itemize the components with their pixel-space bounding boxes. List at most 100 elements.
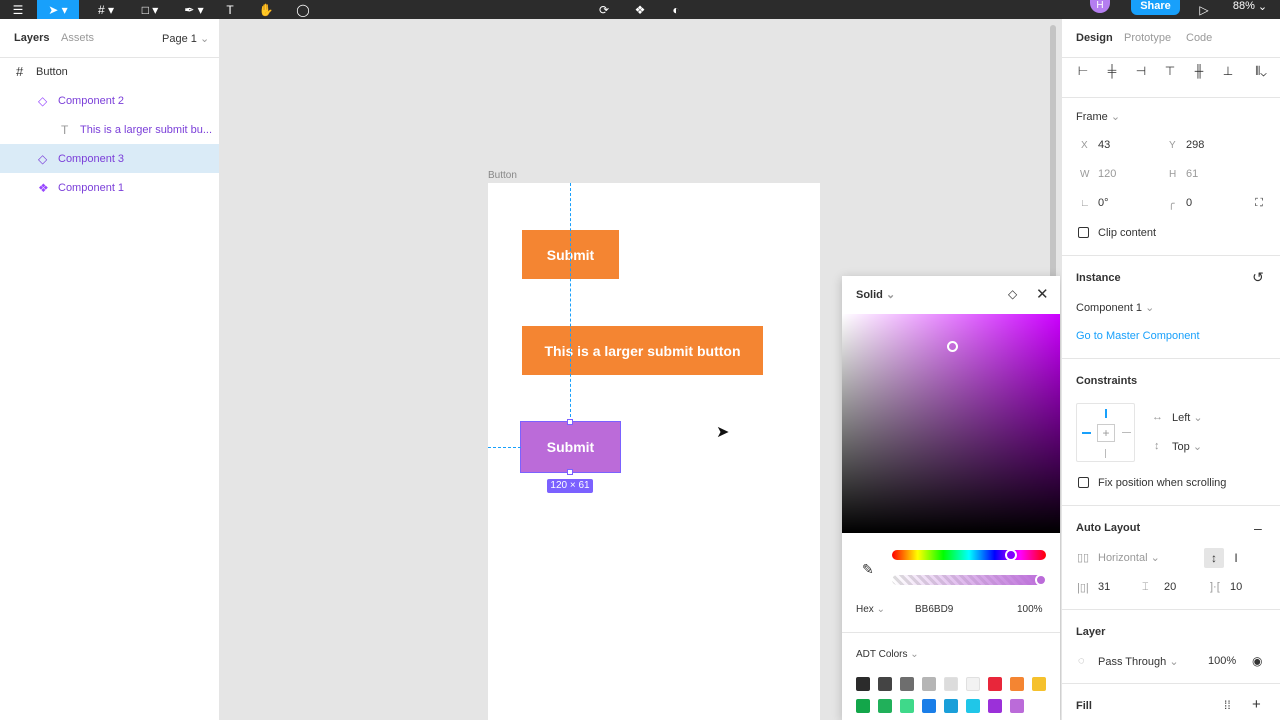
page-selector[interactable]: Page 1 ⌄ <box>162 32 209 45</box>
layer-row-button[interactable]: # Button <box>0 57 219 86</box>
horizontal-constraint-dropdown[interactable]: Left ⌄ <box>1172 411 1203 424</box>
tab-prototype[interactable]: Prototype <box>1124 32 1171 44</box>
layer-row-text[interactable]: T This is a larger submit bu... <box>0 115 219 144</box>
style-grid-icon[interactable]: ⁞⁞ <box>1224 698 1231 712</box>
align-horizontal-center-icon[interactable]: ╪ <box>1105 64 1119 78</box>
clip-content-checkbox[interactable] <box>1078 227 1089 238</box>
color-swatch[interactable] <box>922 699 936 713</box>
constraint-bottom-indicator[interactable] <box>1105 449 1106 458</box>
hue-slider[interactable] <box>892 549 1046 561</box>
pen-tool-icon[interactable]: ✒ ▾ <box>178 0 210 19</box>
align-left-icon[interactable]: ⊢ <box>1076 64 1090 78</box>
constraint-left-indicator[interactable] <box>1082 432 1091 434</box>
opacity-handle[interactable] <box>1035 574 1047 586</box>
hue-handle[interactable] <box>1005 549 1017 561</box>
color-swatch[interactable] <box>1032 677 1046 691</box>
remove-auto-layout-icon[interactable]: – <box>1254 520 1262 536</box>
add-fill-icon[interactable]: + <box>1252 696 1261 713</box>
x-input[interactable]: 43 <box>1098 139 1110 151</box>
layer-row-component-1[interactable]: ❖ Component 1 <box>0 173 219 202</box>
color-opacity-input[interactable]: 100% <box>1017 604 1043 615</box>
color-swatch[interactable] <box>966 677 980 691</box>
text-cursor-icon[interactable]: I <box>1230 548 1242 568</box>
spacing-input[interactable]: 31 <box>1098 581 1110 593</box>
tab-design[interactable]: Design <box>1076 32 1113 44</box>
frame-label[interactable]: Button <box>488 170 517 181</box>
library-dropdown[interactable]: ADT Colors ⌄ <box>856 649 919 660</box>
color-swatch[interactable] <box>878 699 892 713</box>
hex-input[interactable]: BB6BD9 <box>915 604 953 615</box>
layer-opacity-input[interactable]: 100% <box>1208 655 1236 667</box>
color-swatch[interactable] <box>900 699 914 713</box>
layer-row-component-2[interactable]: ◇ Component 2 <box>0 86 219 115</box>
fill-type-dropdown[interactable]: Solid ⌄ <box>856 288 895 301</box>
vertical-padding-input[interactable]: 20 <box>1164 581 1176 593</box>
submit-button-3[interactable]: Submit <box>520 421 621 473</box>
color-swatch[interactable] <box>1010 677 1024 691</box>
style-icon[interactable]: ◇ <box>1008 287 1017 301</box>
corner-radius-input[interactable]: 0 <box>1186 197 1192 209</box>
tab-code[interactable]: Code <box>1186 32 1212 44</box>
color-swatch[interactable] <box>988 677 1002 691</box>
w-input[interactable]: 120 <box>1098 168 1116 180</box>
vertical-direction-icon[interactable]: ↕ <box>1204 548 1224 568</box>
shape-tool-icon[interactable]: □ ▾ <box>134 0 166 19</box>
vertical-constraint-dropdown[interactable]: Top ⌄ <box>1172 440 1202 453</box>
color-swatch[interactable] <box>988 699 1002 713</box>
y-input[interactable]: 298 <box>1186 139 1204 151</box>
color-swatch[interactable] <box>944 677 958 691</box>
align-top-icon[interactable]: ⊤ <box>1163 64 1177 78</box>
independent-corners-icon[interactable]: ⛶ <box>1253 197 1265 209</box>
frame-tool-icon[interactable]: # ▾ <box>90 0 122 19</box>
align-right-icon[interactable]: ⊣ <box>1134 64 1148 78</box>
saturation-handle[interactable] <box>947 341 958 352</box>
blend-mode-dropdown[interactable]: Pass Through ⌄ <box>1098 655 1179 668</box>
larger-submit-button[interactable]: This is a larger submit button <box>522 326 763 375</box>
mask-icon[interactable]: ◐ <box>666 0 686 19</box>
visibility-eye-icon[interactable]: ◉ <box>1252 654 1262 668</box>
tab-assets[interactable]: Assets <box>61 32 94 44</box>
instance-swap-dropdown[interactable]: Component 1 ⌄ <box>1076 301 1154 314</box>
layer-row-component-3[interactable]: ◇ Component 3 <box>0 144 219 173</box>
color-swatch[interactable] <box>922 677 936 691</box>
constraint-top-indicator[interactable] <box>1105 409 1107 418</box>
saturation-area[interactable] <box>842 314 1060 533</box>
zoom-dropdown[interactable]: 88% ⌄ <box>1230 0 1270 19</box>
constraint-widget[interactable]: + <box>1076 403 1135 462</box>
move-tool-icon[interactable]: ➤ ▾ <box>37 0 79 19</box>
color-swatch[interactable] <box>944 699 958 713</box>
h-input[interactable]: 61 <box>1186 168 1198 180</box>
distribute-icon[interactable]: ⫴⌄ <box>1250 64 1272 78</box>
direction-dropdown[interactable]: Horizontal ⌄ <box>1098 551 1160 564</box>
constraint-right-indicator[interactable] <box>1122 432 1131 433</box>
go-to-master-link[interactable]: Go to Master Component <box>1076 330 1200 342</box>
align-vertical-center-icon[interactable]: ╫ <box>1192 64 1206 78</box>
hand-tool-icon[interactable]: ✋ <box>256 0 276 19</box>
tab-layers[interactable]: Layers <box>14 32 49 44</box>
component-icon[interactable]: ❖ <box>630 0 650 19</box>
frame-type-dropdown[interactable]: Frame ⌄ <box>1076 110 1120 123</box>
resize-handle-bottom[interactable] <box>567 469 573 475</box>
close-icon[interactable]: ✕ <box>1036 285 1049 303</box>
text-tool-icon[interactable]: T <box>220 0 240 19</box>
opacity-slider[interactable] <box>892 574 1047 586</box>
color-swatch[interactable] <box>856 699 870 713</box>
horizontal-padding-input[interactable]: 10 <box>1230 581 1242 593</box>
avatar[interactable]: H <box>1090 0 1110 13</box>
rotation-input[interactable]: 0° <box>1098 197 1109 209</box>
align-bottom-icon[interactable]: ⊥ <box>1221 64 1235 78</box>
menu-icon[interactable]: ☰ <box>8 0 28 19</box>
present-icon[interactable]: ▷ <box>1196 0 1212 19</box>
boolean-icon[interactable]: ⟳ <box>594 0 614 19</box>
constraint-center-box[interactable]: + <box>1097 424 1115 442</box>
color-swatch[interactable] <box>856 677 870 691</box>
share-button[interactable]: Share <box>1131 0 1180 15</box>
resize-handle-top[interactable] <box>567 419 573 425</box>
color-swatch[interactable] <box>900 677 914 691</box>
color-swatch[interactable] <box>966 699 980 713</box>
fix-position-checkbox[interactable] <box>1078 477 1089 488</box>
canvas-scrollbar[interactable] <box>1050 25 1056 305</box>
comment-tool-icon[interactable]: ◯ <box>293 0 313 19</box>
color-swatch[interactable] <box>878 677 892 691</box>
reset-instance-icon[interactable]: ↺ <box>1250 269 1266 285</box>
